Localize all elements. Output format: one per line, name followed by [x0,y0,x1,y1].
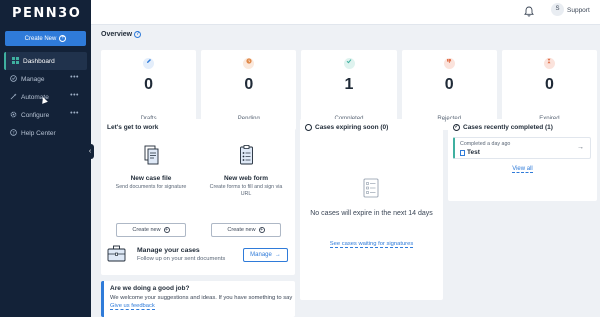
sidebar-item-configure[interactable]: Configure ••• [0,106,91,124]
manage-cases-title: Manage your cases [137,247,200,254]
feedback-text: We welcome your suggestions and ideas. I… [110,294,294,310]
avatar[interactable]: S [551,3,564,16]
more-icon[interactable]: ••• [70,110,79,117]
sidebar: PENN3O Create New + Dashboard Manage •••… [0,0,91,317]
sidebar-item-dashboard[interactable]: Dashboard [4,52,87,70]
create-case-file-button[interactable]: Create new + [116,223,186,237]
manage-cases-card: Manage your cases Follow up on your sent… [101,238,295,275]
stat-value: 0 [244,76,254,93]
card-title: ✓ Cases recently completed (1) [453,124,553,131]
check-icon [343,58,355,69]
button-label: Manage [250,252,272,258]
arrow-right-icon: → [274,252,281,258]
cases-completed-card: ✓ Cases recently completed (1) Completed… [448,119,597,201]
card-title: Cases expiring soon (0) [305,124,388,131]
stat-card-rejected[interactable]: 0 Rejected [401,50,497,130]
clipboard-icon [240,145,253,165]
plus-circle-icon: + [59,35,67,42]
sidebar-item-label: Manage [21,75,45,83]
clock-icon [243,58,255,69]
card-title-label: Cases expiring soon (0) [315,124,389,131]
create-new-button[interactable]: Create New + [5,31,86,46]
case-name: Test [460,149,480,156]
bell-icon[interactable] [524,6,534,17]
briefcase-icon [107,245,126,262]
stat-value: 1 [344,76,354,93]
stat-card-completed[interactable]: 1 Completed [301,50,397,130]
new-web-form-panel: New web form Create forms to fill and si… [201,141,291,241]
link-label: View all [512,166,533,173]
empty-state-message: No cases will expire in the next 14 days [310,210,433,217]
stat-card-drafts[interactable]: 0 Drafts [101,50,197,130]
main-content: Overview ? 0 Drafts 0 Pending 1 Complete… [91,25,600,317]
new-web-form-desc: Create forms to fill and sign via URL [209,184,283,197]
help-icon[interactable]: ? [134,31,142,38]
stat-card-expired[interactable]: 0 Expired [501,50,598,130]
checklist-icon [363,178,379,198]
stat-value: 0 [544,76,554,93]
sidebar-item-manage[interactable]: Manage ••• [0,70,91,88]
new-web-form-title: New web form [223,175,269,182]
manage-button[interactable]: Manage → [243,248,288,262]
button-label: Create new [132,227,161,233]
create-new-label: Create New [24,35,57,42]
completed-case-item[interactable]: Completed a day ago Test → [453,137,591,159]
document-icon [460,149,465,156]
arrow-right-icon: → [577,144,584,151]
see-waiting-cases-link[interactable]: See cases waiting for signatures [300,241,443,248]
page-title: Overview ? [101,31,142,38]
more-icon[interactable]: ••• [70,92,79,99]
feedback-body: We welcome your suggestions and ideas. I… [110,295,293,301]
stat-card-pending[interactable]: 0 Pending [201,50,297,130]
top-bar: S Support [91,0,600,25]
card-title: Let's get to work [107,124,159,131]
user-menu[interactable]: Support [567,7,590,14]
app-logo[interactable]: PENN3O [12,6,81,21]
dashboard-icon [11,57,19,65]
wand-icon [9,93,17,101]
question-circle-icon: ? [9,129,17,137]
feedback-title: Are we doing a good job? [110,285,190,292]
stats-row: 0 Drafts 0 Pending 1 Completed 0 Rejecte… [101,50,598,130]
plus-circle-icon: + [258,227,265,233]
clock-icon [305,124,312,131]
link-label: See cases waiting for signatures [329,241,414,248]
new-case-file-title: New case file [130,175,172,182]
feedback-card: Are we doing a good job? We welcome your… [101,281,295,317]
case-name-label: Test [467,149,480,156]
more-icon[interactable]: ••• [70,74,79,81]
stat-value: 0 [144,76,154,93]
give-feedback-link[interactable]: Give us feedback [110,303,155,310]
overview-label: Overview [101,31,133,38]
plus-circle-icon: + [163,227,170,233]
gear-icon [9,111,17,119]
new-case-file-panel: New case file Send documents for signatu… [106,141,196,241]
documents-icon [144,145,159,165]
sidebar-item-help-center[interactable]: ? Help Center [0,124,91,142]
create-web-form-button[interactable]: Create new + [211,223,281,237]
pencil-icon [143,58,155,69]
new-case-file-desc: Send documents for signature [115,184,187,190]
completed-time: Completed a day ago [460,141,511,147]
view-all-link[interactable]: View all [448,166,597,173]
get-to-work-card: Let's get to work New case file Send doc… [101,119,295,256]
hourglass-icon [543,58,555,69]
check-circle-icon: ✓ [453,124,460,131]
cases-expiring-card: Cases expiring soon (0) No cases will ex… [300,119,443,300]
card-title-label: Cases recently completed (1) [463,124,553,131]
sidebar-item-label: Configure [21,111,50,119]
manage-cases-subtitle: Follow up on your sent documents [137,256,226,262]
button-label: Create new [227,227,256,233]
sidebar-item-label: Help Center [21,129,56,137]
stat-value: 0 [444,76,454,93]
sidebar-item-label: Dashboard [23,57,55,65]
check-circle-icon [9,75,17,83]
thumbs-down-icon [443,58,455,69]
